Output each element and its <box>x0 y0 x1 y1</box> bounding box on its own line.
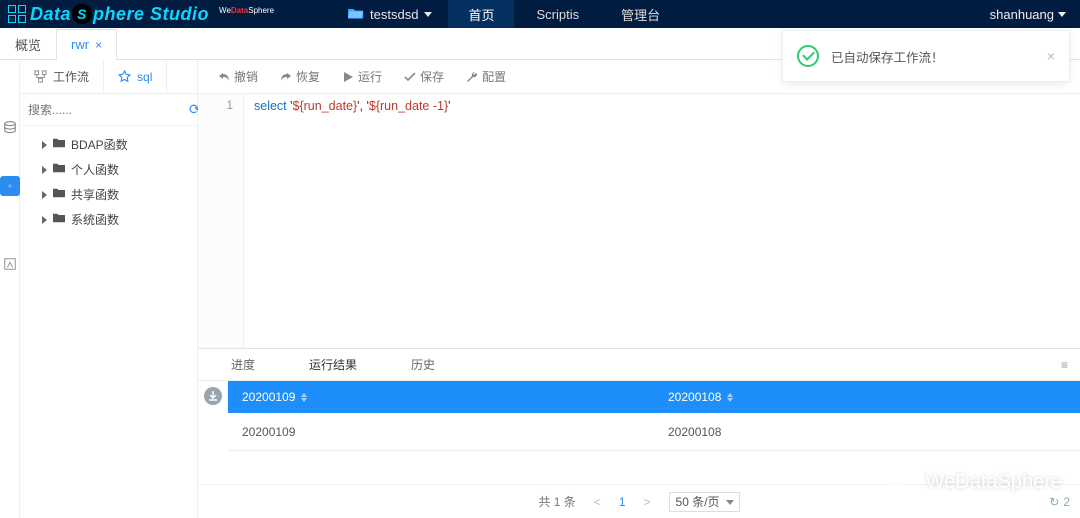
close-icon[interactable]: × <box>1047 48 1055 64</box>
caret-right-icon <box>42 216 47 224</box>
config-button[interactable]: 配置 <box>456 68 516 85</box>
table-row: 20200109 20200108 <box>228 413 1080 451</box>
tree-label: 系统函数 <box>71 211 119 228</box>
tree-item[interactable]: 个人函数 <box>26 157 191 182</box>
subtab-sql[interactable]: sql <box>104 60 167 93</box>
result-menu-icon[interactable]: ≡ <box>1049 358 1080 372</box>
page-size-select[interactable]: 50 条/页 <box>669 492 740 512</box>
project-selector[interactable]: testsdsd <box>334 0 446 28</box>
logo-text: DataSphere Studio <box>30 4 209 25</box>
play-icon <box>342 71 354 83</box>
autosave-toast: 已自动保存工作流！ × <box>782 30 1070 82</box>
tree-item[interactable]: 系统函数 <box>26 207 191 232</box>
wrench-icon <box>466 71 478 83</box>
side-panel: 工作流 sql ⟳ BDAP函数 个人函数 <box>20 60 198 518</box>
db-icon[interactable] <box>2 120 18 136</box>
reload-icon: ↻ <box>1049 495 1059 509</box>
table-cell: 20200108 <box>654 425 1080 439</box>
nav-scriptis[interactable]: Scriptis <box>516 0 599 28</box>
code-content[interactable]: select '${run_date}', '${run_date -1}' <box>244 94 461 348</box>
nav-home[interactable]: 首页 <box>448 0 514 28</box>
redo-button[interactable]: 恢复 <box>270 68 330 85</box>
download-icon <box>208 391 218 401</box>
tab-rwr[interactable]: rwr × <box>56 29 117 59</box>
tree-label: 共享函数 <box>71 186 119 203</box>
check-icon <box>404 71 416 83</box>
pager-prev[interactable]: < <box>590 495 605 509</box>
pager-total: 共 1 条 <box>538 493 575 510</box>
line-gutter: 1 <box>198 94 244 348</box>
folder-icon <box>52 212 66 227</box>
redo-icon <box>280 71 292 83</box>
download-button[interactable] <box>198 381 228 484</box>
star-icon <box>118 70 131 83</box>
tab-label: 概览 <box>15 35 41 54</box>
folder-icon <box>52 137 66 152</box>
flow-icon <box>34 70 47 83</box>
table-cell: 20200109 <box>228 425 654 439</box>
code-editor[interactable]: 1 select '${run_date}', '${run_date -1}' <box>198 94 1080 348</box>
nav-admin[interactable]: 管理台 <box>601 0 680 28</box>
run-button[interactable]: 运行 <box>332 68 392 85</box>
top-menu: testsdsd 首页 Scriptis 管理台 <box>334 0 680 28</box>
caret-right-icon <box>42 166 47 174</box>
folder-icon <box>52 162 66 177</box>
tree-item[interactable]: BDAP函数 <box>26 132 191 157</box>
tab-overview[interactable]: 概览 <box>0 29 56 59</box>
tree-label: BDAP函数 <box>71 136 128 153</box>
tree-label: 个人函数 <box>71 161 119 178</box>
logo: DataSphere Studio WeDataSphere <box>8 4 274 25</box>
toast-message: 已自动保存工作流！ <box>831 47 944 66</box>
result-tab-output[interactable]: 运行结果 <box>288 349 378 380</box>
function-tree: BDAP函数 个人函数 共享函数 系统函数 <box>20 126 197 238</box>
caret-right-icon <box>42 141 47 149</box>
result-tab-progress[interactable]: 进度 <box>198 349 288 380</box>
column-header[interactable]: 20200108 <box>654 390 1080 404</box>
top-bar: DataSphere Studio WeDataSphere testsdsd … <box>0 0 1080 28</box>
chevron-down-icon <box>1058 12 1066 17</box>
table-header: 20200109 20200108 <box>228 381 1080 413</box>
pager-reload[interactable]: ↻ 2 <box>1049 495 1070 509</box>
logo-grid-icon <box>8 5 26 23</box>
subtab-workflow[interactable]: 工作流 <box>20 60 104 93</box>
subtab-label: 工作流 <box>53 68 89 85</box>
sort-icon[interactable] <box>727 393 733 402</box>
close-icon[interactable]: × <box>95 38 102 52</box>
result-tabs: 进度 运行结果 历史 ≡ <box>198 349 1080 381</box>
main-area: 撤销 恢复 运行 保存 配置 1 select '${run_date}', '… <box>198 60 1080 518</box>
pager: 共 1 条 < 1 > 50 条/页 ↻ 2 <box>198 484 1080 518</box>
search-row: ⟳ <box>20 94 197 126</box>
result-tab-history[interactable]: 历史 <box>378 349 468 380</box>
side-subtabs: 工作流 sql <box>20 60 197 94</box>
sort-icon[interactable] <box>301 393 307 402</box>
undo-icon <box>218 71 230 83</box>
pager-next[interactable]: > <box>640 495 655 509</box>
result-table: 20200109 20200108 20200109 20200108 <box>228 381 1080 484</box>
logo-subtitle: WeDataSphere <box>219 6 274 15</box>
undo-button[interactable]: 撤销 <box>208 68 268 85</box>
caret-right-icon <box>42 191 47 199</box>
save-button[interactable]: 保存 <box>394 68 454 85</box>
subtab-label: sql <box>137 70 152 84</box>
results-panel: 进度 运行结果 历史 ≡ 20200109 20200108 <box>198 348 1080 518</box>
chevron-down-icon <box>424 12 432 17</box>
tree-item[interactable]: 共享函数 <box>26 182 191 207</box>
search-input[interactable] <box>28 103 183 117</box>
tab-label: rwr <box>71 37 89 52</box>
folder-open-icon <box>348 6 364 23</box>
left-gutter <box>0 60 20 518</box>
success-icon <box>797 45 819 67</box>
project-name: testsdsd <box>370 7 418 22</box>
folder-icon <box>52 187 66 202</box>
user-menu[interactable]: shanhuang <box>984 7 1072 22</box>
pager-page[interactable]: 1 <box>619 495 626 509</box>
column-header[interactable]: 20200109 <box>228 390 654 404</box>
function-icon[interactable] <box>0 176 20 196</box>
user-name: shanhuang <box>990 7 1054 22</box>
hdfs-icon[interactable] <box>2 256 18 272</box>
